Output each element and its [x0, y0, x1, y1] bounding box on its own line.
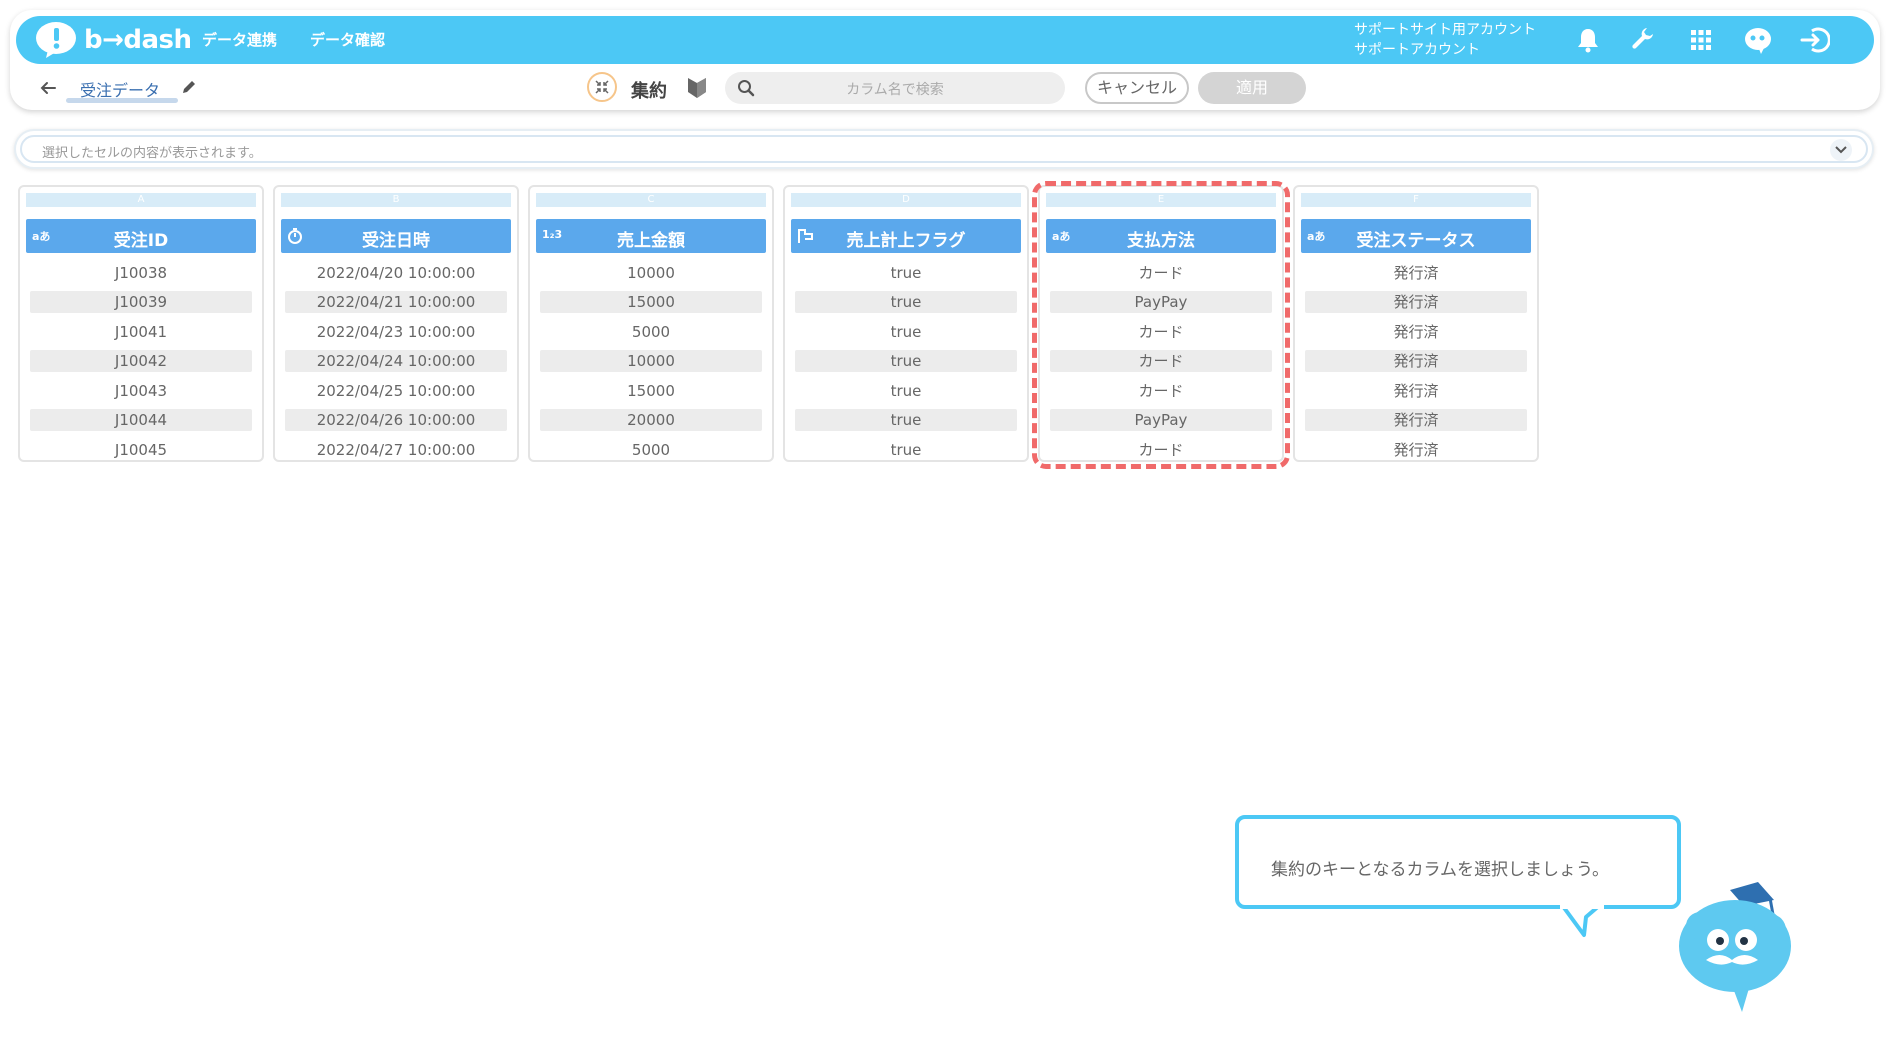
column-name: 売上計上フラグ	[846, 231, 966, 251]
mascot-icon	[1679, 882, 1791, 1012]
table-cell[interactable]: 10000	[540, 262, 762, 284]
column-header[interactable]: 1₂3 売上金額	[536, 219, 766, 253]
column-letter: A	[26, 193, 256, 207]
highlight-frame	[1032, 181, 1290, 469]
nav-data-integration[interactable]: データ連携	[202, 29, 277, 50]
table-cell[interactable]: J10044	[30, 409, 252, 431]
table-cell[interactable]: J10043	[30, 380, 252, 402]
table-cell[interactable]: true	[795, 409, 1017, 431]
cancel-button[interactable]: キャンセル	[1085, 72, 1189, 104]
logo-bubble-icon	[36, 22, 76, 58]
title-underline	[66, 98, 178, 103]
table-cell[interactable]: J10039	[30, 291, 252, 313]
table-cell[interactable]: 発行済	[1305, 439, 1527, 461]
column-letter: C	[536, 193, 766, 207]
table-cell[interactable]: 10000	[540, 350, 762, 372]
table-cell[interactable]: 発行済	[1305, 380, 1527, 402]
column-header[interactable]: 受注日時	[281, 219, 511, 253]
cell-content-bar-border	[20, 135, 1868, 163]
search-placeholder: カラム名で検索	[846, 82, 944, 98]
column-letter: B	[281, 193, 511, 207]
table-cell[interactable]: 15000	[540, 380, 762, 402]
table-cell[interactable]: J10045	[30, 439, 252, 461]
table-cell[interactable]: true	[795, 439, 1017, 461]
table-cell[interactable]: 15000	[540, 291, 762, 313]
guide-tooltip: 集約のキーとなるカラムを選択しましょう。	[1235, 815, 1681, 909]
table-cell[interactable]: J10042	[30, 350, 252, 372]
column-a[interactable]: Aaあ 受注ID J10038 J10039 J10041 J10042 J10043 J10…	[18, 185, 264, 462]
apps-grid-icon[interactable]	[1686, 25, 1716, 55]
column-letter: D	[791, 193, 1021, 207]
top-navigation-bar: b→dash データ連携 データ確認 サポートサイト用アカウント サポートアカウ…	[16, 16, 1874, 64]
table-cell[interactable]: 発行済	[1305, 262, 1527, 284]
account-info[interactable]: サポートサイト用アカウント サポートアカウント	[1354, 20, 1536, 60]
column-b[interactable]: B 受注日時 2022/04/20 10:00:00 2022/04/21 10:00…	[273, 185, 519, 462]
column-name: 売上金額	[617, 231, 685, 251]
table-cell[interactable]: 発行済	[1305, 321, 1527, 343]
nav-data-check[interactable]: データ確認	[310, 29, 385, 50]
search-input[interactable]: カラム名で検索	[725, 72, 1065, 104]
column-name: 受注日時	[362, 231, 430, 251]
table-cell[interactable]: 20000	[540, 409, 762, 431]
table-cell[interactable]: 2022/04/25 10:00:00	[285, 380, 507, 402]
table-cell[interactable]: J10038	[30, 262, 252, 284]
table-cell[interactable]: 2022/04/23 10:00:00	[285, 321, 507, 343]
logo-text: b→dash	[84, 25, 192, 55]
cell-content-placeholder: 選択したセルの内容が表示されます。	[42, 146, 262, 161]
table-cell[interactable]: 2022/04/24 10:00:00	[285, 350, 507, 372]
table-cell[interactable]: 2022/04/26 10:00:00	[285, 409, 507, 431]
app-logo[interactable]: b→dash	[34, 20, 192, 60]
table-cell[interactable]: 2022/04/20 10:00:00	[285, 262, 507, 284]
guide-tooltip-text: 集約のキーとなるカラムを選択しましょう。	[1271, 860, 1609, 880]
column-d[interactable]: D 売上計上フラグ true true true true true true true	[783, 185, 1029, 462]
column-header[interactable]: aあ 受注ID	[26, 219, 256, 253]
beginner-mark-icon[interactable]	[686, 76, 708, 100]
column-header[interactable]: aあ 受注ステータス	[1301, 219, 1531, 253]
table-cell[interactable]: true	[795, 321, 1017, 343]
back-arrow-icon[interactable]	[38, 78, 58, 98]
column-c[interactable]: C 1₂3 売上金額 10000 15000 5000 10000 15000 20000 500…	[528, 185, 774, 462]
apply-button[interactable]: 適用	[1198, 72, 1306, 104]
account-subname: サポートアカウント	[1354, 42, 1480, 58]
table-cell[interactable]: true	[795, 262, 1017, 284]
column-name: 受注ステータス	[1356, 231, 1476, 251]
cell-content-bar[interactable]: 選択したセルの内容が表示されます。	[14, 129, 1874, 169]
tooltip-tail	[1560, 905, 1604, 937]
column-header[interactable]: 売上計上フラグ	[791, 219, 1021, 253]
table-cell[interactable]: J10041	[30, 321, 252, 343]
table-cell[interactable]: true	[795, 291, 1017, 313]
column-name: 受注ID	[113, 231, 169, 251]
account-name: サポートサイト用アカウント	[1354, 22, 1536, 38]
table-cell[interactable]: 発行済	[1305, 350, 1527, 372]
bell-icon[interactable]	[1573, 25, 1603, 55]
aggregate-icon[interactable]	[587, 72, 617, 102]
table-cell[interactable]: 5000	[540, 321, 762, 343]
logout-icon[interactable]	[1800, 25, 1830, 55]
table-cell[interactable]: true	[795, 380, 1017, 402]
table-cell[interactable]: 発行済	[1305, 291, 1527, 313]
mode-label: 集約	[631, 81, 667, 102]
wrench-icon[interactable]	[1629, 25, 1659, 55]
column-letter: F	[1301, 193, 1531, 207]
table-cell[interactable]: 5000	[540, 439, 762, 461]
column-f[interactable]: Faあ 受注ステータス 発行済 発行済 発行済 発行済 発行済 発行済 発行済	[1293, 185, 1539, 462]
table-cell[interactable]: 2022/04/21 10:00:00	[285, 291, 507, 313]
pencil-icon[interactable]	[180, 78, 198, 96]
table-cell[interactable]: 2022/04/27 10:00:00	[285, 439, 507, 461]
chevron-down-icon[interactable]	[1830, 139, 1852, 161]
table-cell[interactable]: 発行済	[1305, 409, 1527, 431]
table-cell[interactable]: true	[795, 350, 1017, 372]
support-mascot-icon[interactable]	[1743, 25, 1773, 55]
